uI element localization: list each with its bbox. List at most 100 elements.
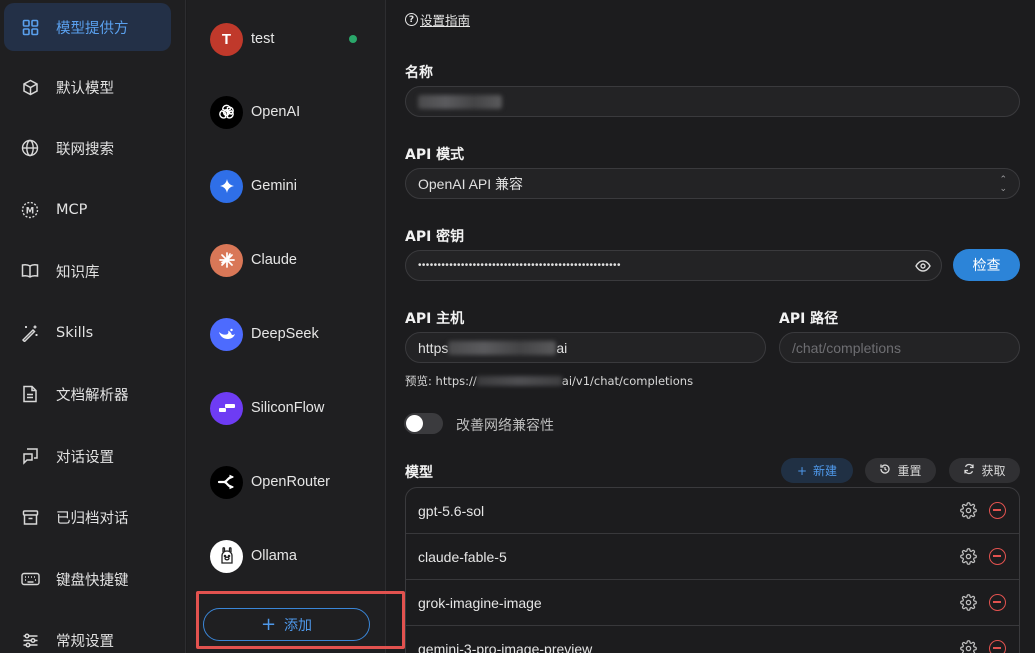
network-compat-label: 改善网络兼容性 <box>456 418 554 434</box>
nav-item-default-model[interactable]: 默认模型 <box>4 63 171 111</box>
gear-icon[interactable] <box>960 548 977 568</box>
reset-models-label: 重置 <box>897 464 922 478</box>
model-row: gemini-3-pro-image-preview <box>406 626 1019 653</box>
api-host-field[interactable]: https ai <box>405 332 766 363</box>
chat-settings-icon <box>4 447 56 465</box>
model-row: gpt-5.6-sol <box>406 488 1019 534</box>
setup-guide-link[interactable]: ? 设置指南 <box>405 10 470 29</box>
status-dot <box>349 35 357 43</box>
gear-icon[interactable] <box>960 594 977 614</box>
nav-label: 联网搜索 <box>56 141 114 158</box>
nav-label: 模型提供方 <box>56 20 129 37</box>
nav-item-general-settings[interactable]: 常规设置 <box>4 616 171 653</box>
nav-item-mcp[interactable]: M MCP <box>4 186 171 234</box>
deepseek-icon <box>210 317 243 351</box>
name-label: 名称 <box>405 65 433 81</box>
nav-label: 键盘快捷键 <box>56 572 129 589</box>
provider-name: Ollama <box>251 548 297 564</box>
remove-icon[interactable] <box>989 502 1006 519</box>
provider-avatar: T <box>210 22 243 56</box>
nav-label: 文档解析器 <box>56 387 129 404</box>
api-mode-value: OpenAI API 兼容 <box>418 175 524 192</box>
settings-nav: 模型提供方 默认模型 联网搜索 M MCP 知识库 Skills 文档解析器 对… <box>0 0 186 653</box>
preview-prefix: 预览: https:// <box>405 374 477 388</box>
add-provider-button[interactable]: + 添加 <box>203 608 370 641</box>
refresh-icon <box>963 463 975 478</box>
cube-icon <box>4 79 56 96</box>
provider-list: T test OpenAI Gemini Claude DeepSeek Sil… <box>187 0 386 653</box>
svg-text:M: M <box>26 206 34 216</box>
nav-label: 已归档对话 <box>56 510 129 527</box>
eye-icon[interactable] <box>915 259 931 276</box>
api-path-label: API 路径 <box>779 311 839 327</box>
model-name: gemini-3-pro-image-preview <box>418 640 593 653</box>
nav-item-skills[interactable]: Skills <box>4 309 171 357</box>
provider-name: OpenAI <box>251 104 301 120</box>
reset-icon <box>879 463 891 478</box>
add-provider-label: 添加 <box>284 617 313 634</box>
provider-name: Gemini <box>251 178 297 194</box>
chevron-up-down-icon: ⌃ ⌄ <box>999 174 1007 193</box>
redacted-text <box>476 376 562 386</box>
nav-item-model-providers[interactable]: 模型提供方 <box>4 3 171 51</box>
setup-guide-label: 设置指南 <box>420 13 471 28</box>
nav-item-document-parser[interactable]: 文档解析器 <box>4 370 171 418</box>
reset-models-button[interactable]: 重置 <box>865 458 936 483</box>
keyboard-icon <box>4 572 56 586</box>
mcp-icon: M <box>4 201 56 219</box>
api-key-label: API 密钥 <box>405 229 465 245</box>
provider-item-deepseek[interactable]: DeepSeek <box>187 306 386 362</box>
siliconflow-icon <box>210 391 243 425</box>
name-field[interactable] <box>405 86 1020 117</box>
api-key-field[interactable]: ••••••••••••••••••••••••••••••••••••••••… <box>405 250 942 281</box>
remove-icon[interactable] <box>989 548 1006 565</box>
network-compat-toggle[interactable] <box>404 413 443 434</box>
nav-label: 知识库 <box>56 264 100 281</box>
grid-icon <box>4 19 56 36</box>
ollama-icon <box>210 539 243 573</box>
nav-item-keyboard-shortcuts[interactable]: 键盘快捷键 <box>4 555 171 603</box>
provider-item-gemini[interactable]: Gemini <box>187 158 386 214</box>
nav-item-archived-chats[interactable]: 已归档对话 <box>4 493 171 541</box>
redacted-text <box>418 94 502 109</box>
provider-settings-panel: ? 设置指南 名称 API 模式 OpenAI API 兼容 ⌃ ⌄ API 密钥… <box>387 0 1035 653</box>
claude-icon <box>210 243 243 277</box>
nav-label: Skills <box>56 325 94 341</box>
api-mode-select[interactable]: OpenAI API 兼容 ⌃ ⌄ <box>405 168 1020 199</box>
api-path-field[interactable]: /chat/completions <box>779 332 1020 363</box>
plus-icon: + <box>260 613 277 635</box>
fetch-models-button[interactable]: 获取 <box>949 458 1020 483</box>
nav-label: 默认模型 <box>56 80 114 97</box>
gear-icon[interactable] <box>960 640 977 653</box>
check-button[interactable]: 检查 <box>953 249 1020 281</box>
provider-item-ollama[interactable]: Ollama <box>187 528 386 584</box>
nav-item-web-search[interactable]: 联网搜索 <box>4 124 171 172</box>
remove-icon[interactable] <box>989 640 1006 653</box>
provider-item-test[interactable]: T test <box>187 11 386 67</box>
models-label: 模型 <box>405 465 433 481</box>
fetch-models-label: 获取 <box>981 464 1006 478</box>
api-host-label: API 主机 <box>405 311 465 327</box>
remove-icon[interactable] <box>989 594 1006 611</box>
provider-item-claude[interactable]: Claude <box>187 232 386 288</box>
book-icon <box>4 263 56 279</box>
help-icon: ? <box>405 13 418 26</box>
provider-item-openrouter[interactable]: OpenRouter <box>187 454 386 510</box>
plus-icon: + <box>796 463 808 478</box>
new-model-button[interactable]: + 新建 <box>781 458 853 483</box>
toggle-knob <box>406 415 423 432</box>
nav-label: 常规设置 <box>56 633 114 650</box>
gemini-icon <box>210 169 243 203</box>
nav-item-knowledge-base[interactable]: 知识库 <box>4 247 171 295</box>
api-host-prefix: https <box>418 339 449 356</box>
model-row: claude-fable-5 <box>406 534 1019 580</box>
openrouter-icon <box>210 465 243 499</box>
model-list: gpt-5.6-sol claude-fable-5 grok-imagine-… <box>405 487 1020 653</box>
provider-item-openai[interactable]: OpenAI <box>187 84 386 140</box>
gear-icon[interactable] <box>960 502 977 522</box>
provider-name: DeepSeek <box>251 326 319 342</box>
preview-suffix: ai/v1/chat/completions <box>561 374 694 388</box>
provider-item-siliconflow[interactable]: SiliconFlow <box>187 380 386 436</box>
nav-item-chat-settings[interactable]: 对话设置 <box>4 432 171 480</box>
url-preview: 预览: https:// ai/v1/chat/completions <box>405 373 693 389</box>
